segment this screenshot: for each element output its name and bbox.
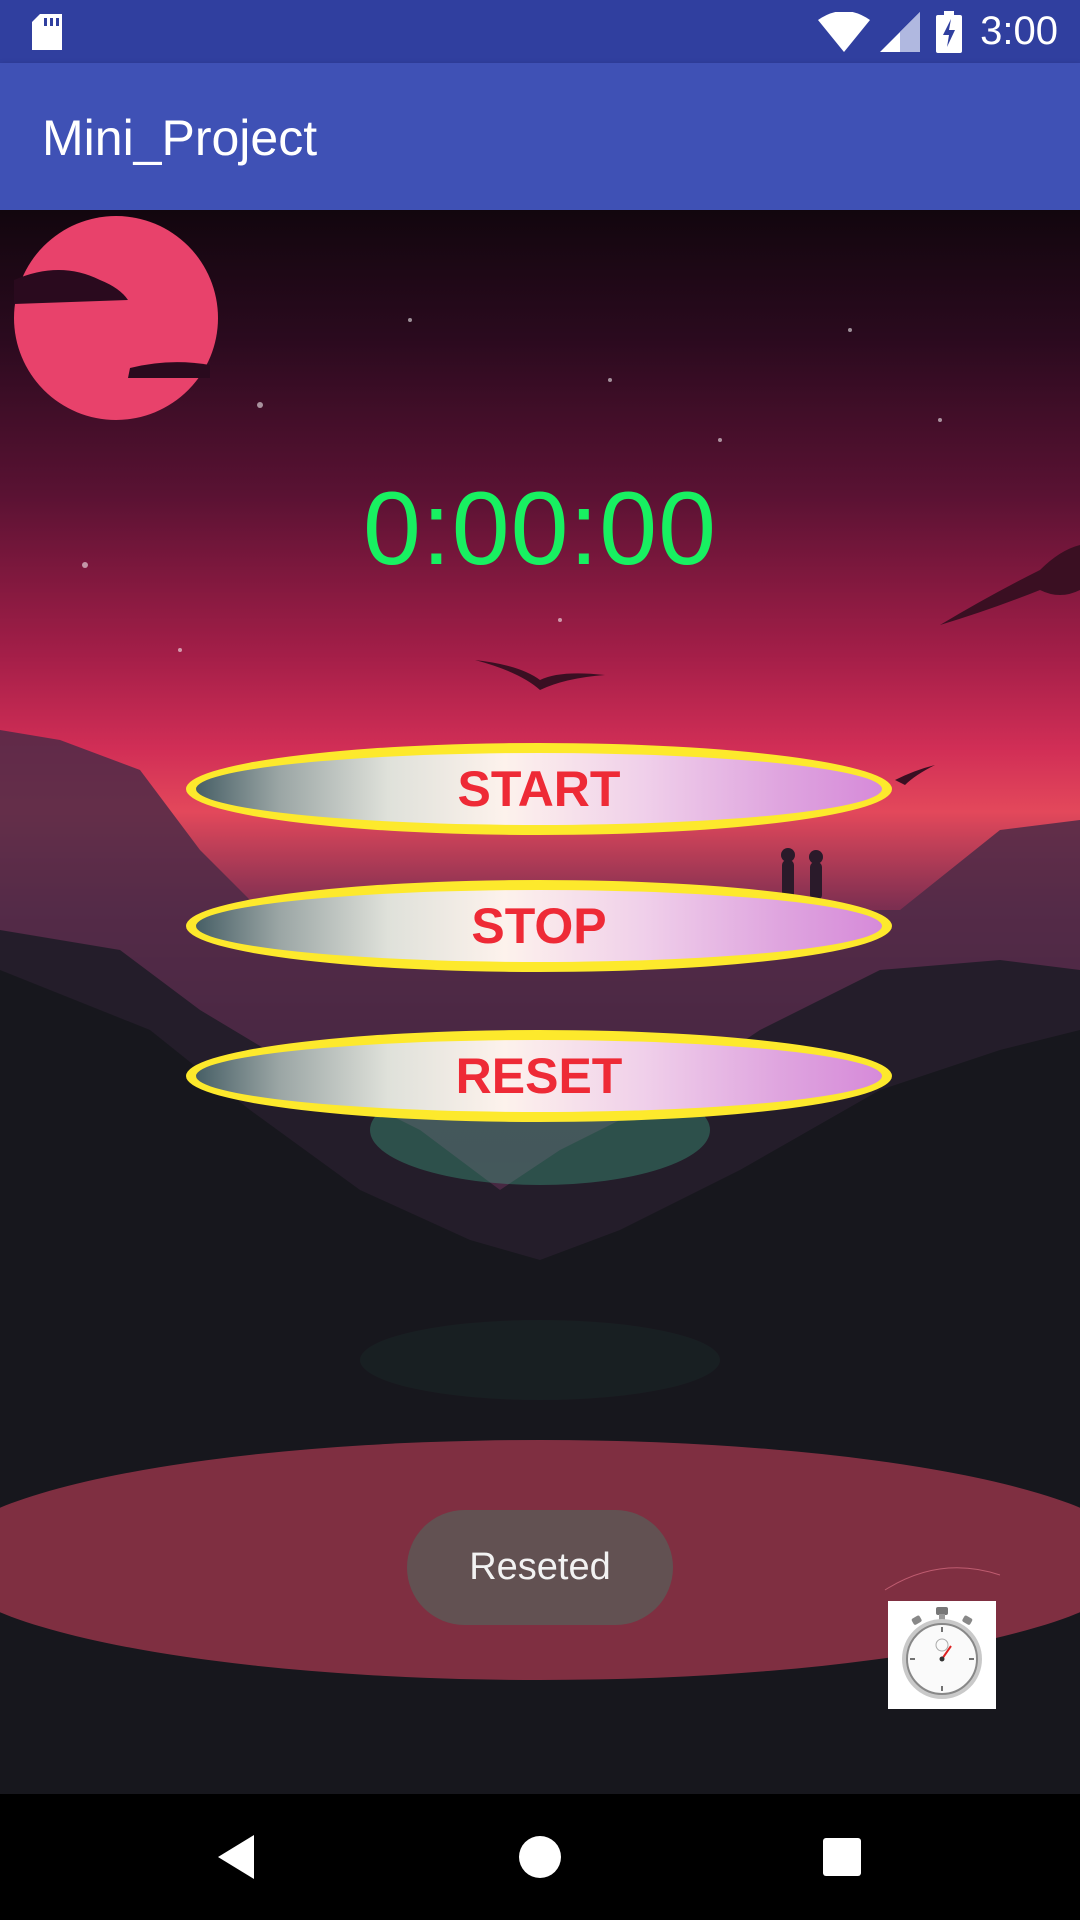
start-button[interactable]: START (186, 743, 892, 835)
navigation-bar (0, 1794, 1080, 1920)
status-time: 3:00 (980, 9, 1058, 53)
timer-display: 0:00:00 (363, 471, 717, 587)
stopwatch-icon (902, 1607, 982, 1699)
recents-icon[interactable] (812, 1827, 872, 1887)
home-icon[interactable] (510, 1827, 570, 1887)
stop-button[interactable]: STOP (186, 880, 892, 972)
back-icon[interactable] (208, 1827, 268, 1887)
sd-card-icon (32, 14, 62, 50)
app-bar: Mini_Project (0, 63, 1080, 210)
reset-button[interactable]: RESET (186, 1030, 892, 1122)
stopwatch-screen: 0:00:00 START STOP RESET Reseted (0, 210, 1080, 1794)
status-bar: 3:00 (0, 0, 1080, 63)
wifi-icon (818, 11, 871, 52)
battery-charging-icon (936, 10, 963, 53)
app-title: Mini_Project (42, 110, 318, 166)
toast-message: Reseted (407, 1510, 673, 1625)
stopwatch-image (888, 1601, 996, 1709)
signal-icon (880, 11, 921, 52)
